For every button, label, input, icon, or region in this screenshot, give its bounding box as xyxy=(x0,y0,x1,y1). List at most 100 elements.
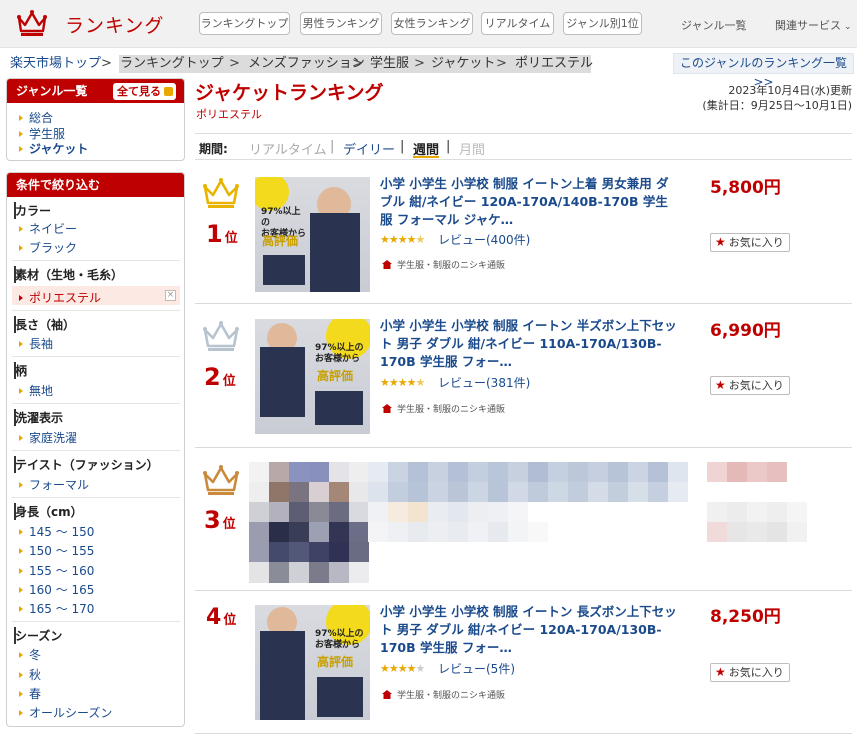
genre-list-link[interactable]: ジャンル一覧 xyxy=(681,17,746,33)
triangle-bullet-icon xyxy=(19,691,23,697)
period-realtime[interactable]: リアルタイム xyxy=(249,139,327,158)
filter-option-label: フォーマル xyxy=(29,478,90,492)
divider xyxy=(12,260,180,261)
image-high-rating-text: 高評価 xyxy=(317,655,354,669)
review-link[interactable]: レビュー(381件) xyxy=(438,374,530,391)
related-services-label: 関連サービス xyxy=(775,19,841,32)
filter-season-autumn[interactable]: 秋 xyxy=(19,666,41,683)
triangle-bullet-icon xyxy=(19,548,23,554)
breadcrumb-rakuten-top[interactable]: 楽天市場トップ xyxy=(10,55,101,73)
genre-item-label: 学生服 xyxy=(29,127,66,141)
ranking-crown-logo-icon[interactable] xyxy=(17,9,47,37)
breadcrumb-ranking-top[interactable]: ランキングトップ xyxy=(120,55,224,73)
product-image[interactable]: 97%以上の お客様から 高評価 xyxy=(255,177,370,292)
triangle-bullet-icon xyxy=(19,710,23,716)
rank-value: 3 xyxy=(204,506,221,534)
breadcrumb-school-uniform[interactable]: 学生服 xyxy=(370,55,409,73)
shop-link[interactable]: 学生服・制服のニシキ通販 xyxy=(382,258,505,271)
filter-material-polyester[interactable]: ポリエステル xyxy=(19,289,101,306)
star-icon: ★ xyxy=(715,665,726,679)
filter-option-label: 160 ～ 165 xyxy=(29,583,95,597)
genre-list-title: ジャンル一覧 xyxy=(16,84,88,98)
filter-height-145[interactable]: 145 ～ 150 xyxy=(19,523,94,540)
image-caption-line: 97%以上の xyxy=(261,207,301,228)
filter-height-165[interactable]: 165 ～ 170 xyxy=(19,600,94,617)
genre-item-jacket[interactable]: ジャケット xyxy=(19,140,88,157)
period-separator: | xyxy=(330,139,335,154)
star-icon: ★ xyxy=(406,376,417,389)
image-caption: 97%以上の お客様から xyxy=(315,629,364,651)
product-image[interactable]: 97%以上の お客様から 高評価 xyxy=(255,605,370,720)
filter-season-winter[interactable]: 冬 xyxy=(19,646,41,663)
bronze-crown-icon xyxy=(203,465,239,495)
divider xyxy=(12,450,180,451)
product-title-link[interactable]: 小学 小学生 小学校 制服 イートン 半ズボン上下セット 男子 ダブル 紺/ネイ… xyxy=(380,317,680,371)
product-image[interactable]: 97%以上の お客様から 高評価 xyxy=(255,319,370,434)
star-icon: ★ xyxy=(388,376,399,389)
filter-taste-formal[interactable]: フォーマル xyxy=(19,476,89,493)
breadcrumb: 楽天市場トップ > ランキングトップ > メンズファッション > 学生服 > ジ… xyxy=(10,55,650,73)
review-link[interactable]: レビュー(400件) xyxy=(438,231,530,248)
filter-color-navy[interactable]: ネイビー xyxy=(19,220,77,237)
rank-value: 2 xyxy=(204,363,221,391)
rating-stars: ★★★★★ xyxy=(380,376,425,389)
product-title-link[interactable]: 小学 小学生 小学校 制服 イートン上着 男女兼用 ダブル 紺/ネイビー 120… xyxy=(380,175,680,229)
nav-ranking-top[interactable]: ランキングトップ xyxy=(199,12,290,35)
image-child-jacket xyxy=(310,213,360,292)
triangle-bullet-icon xyxy=(19,146,23,152)
related-services-menu[interactable]: 関連サービス ⌄ xyxy=(775,17,852,33)
add-favorite-button[interactable]: ★ お気に入り xyxy=(710,233,790,252)
star-icon: ★ xyxy=(406,662,417,675)
image-caption-line: お客様から xyxy=(315,354,361,364)
filter-sleeve-long[interactable]: 長袖 xyxy=(19,335,53,352)
period-daily[interactable]: デイリー xyxy=(343,139,395,158)
filter-height-heading: 身長（cm） xyxy=(15,505,83,519)
shop-link[interactable]: 学生服・制服のニシキ通販 xyxy=(382,402,505,415)
image-jacket-thumb xyxy=(315,391,363,425)
filter-season-all[interactable]: オールシーズン xyxy=(19,704,112,721)
filter-pattern-plain[interactable]: 無地 xyxy=(19,382,53,399)
rank-value: 1 xyxy=(206,220,223,248)
nav-women-ranking[interactable]: 女性ランキング xyxy=(391,12,473,35)
update-info: 2023年10月4日(水)更新 (集計日：9月25日～10月1日) xyxy=(702,83,852,113)
filter-height-160[interactable]: 160 ～ 165 xyxy=(19,581,94,598)
remove-filter-close-icon[interactable]: × xyxy=(165,290,176,301)
shop-name: 学生服・制服のニシキ通販 xyxy=(397,405,506,415)
period-monthly[interactable]: 月間 xyxy=(459,139,485,158)
genre-ranking-list-link[interactable]: このジャンルのランキング一覧 >> xyxy=(673,53,854,89)
filter-wash-home[interactable]: 家庭洗濯 xyxy=(19,429,77,446)
filter-color-black[interactable]: ブラック xyxy=(19,239,77,256)
breadcrumb-jacket[interactable]: ジャケット xyxy=(431,55,495,73)
page-subtitle: ポリエステル xyxy=(196,108,262,121)
favorite-label: お気に入り xyxy=(728,666,784,679)
filter-wash-heading: 洗濯表示 xyxy=(15,411,64,425)
rank-number: 1位 xyxy=(206,220,238,248)
ranking-logo-text[interactable]: ランキング xyxy=(65,11,164,38)
product-title-link[interactable]: 小学 小学生 小学校 制服 イートン 長ズボン上下セット 男子 ダブル 紺/ネイ… xyxy=(380,603,680,657)
triangle-bullet-icon xyxy=(19,606,23,612)
pixelated-product-image[interactable] xyxy=(249,462,369,583)
gold-crown-icon xyxy=(203,178,239,208)
filter-height-155[interactable]: 155 ～ 160 xyxy=(19,562,94,579)
rank-suffix: 位 xyxy=(222,517,236,532)
filter-height-150[interactable]: 150 ～ 155 xyxy=(19,542,94,559)
period-weekly[interactable]: 週間 xyxy=(413,139,440,158)
add-favorite-button[interactable]: ★ お気に入り xyxy=(710,376,790,395)
image-child-jacket xyxy=(260,631,305,720)
shop-name: 学生服・制服のニシキ通販 xyxy=(397,691,506,701)
shop-link[interactable]: 学生服・制服のニシキ通販 xyxy=(382,688,505,701)
divider xyxy=(12,310,180,311)
filter-season-spring[interactable]: 春 xyxy=(19,685,41,702)
breadcrumb-separator: > xyxy=(352,56,363,71)
nav-realtime[interactable]: リアルタイム xyxy=(481,12,554,35)
breadcrumb-mens-fashion[interactable]: メンズファッション xyxy=(248,55,365,73)
add-favorite-button[interactable]: ★ お気に入り xyxy=(710,663,790,682)
review-link[interactable]: レビュー(5件) xyxy=(438,660,515,677)
genre-item-all[interactable]: 総合 xyxy=(19,109,53,126)
nav-men-ranking[interactable]: 男性ランキング xyxy=(300,12,382,35)
nav-genre-first[interactable]: ジャンル別1位 xyxy=(563,12,642,35)
see-all-button[interactable]: 全て見る xyxy=(113,83,176,100)
star-icon: ★ xyxy=(397,233,408,246)
triangle-bullet-icon xyxy=(19,295,23,301)
triangle-bullet-icon xyxy=(19,482,23,488)
